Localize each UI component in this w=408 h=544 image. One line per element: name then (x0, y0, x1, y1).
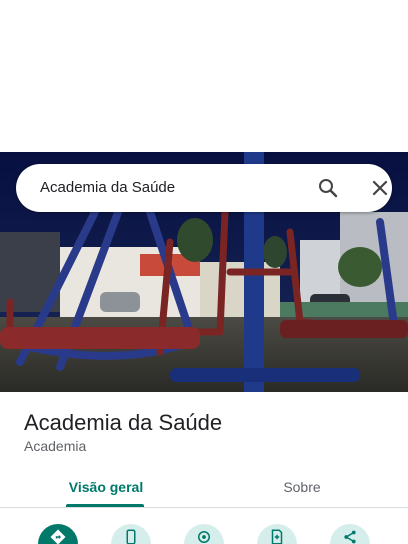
share-button[interactable] (330, 524, 370, 544)
phone-icon (126, 529, 136, 544)
tab-overview[interactable]: Visão geral (0, 466, 212, 508)
directions-button[interactable] (38, 524, 78, 544)
place-category[interactable]: Academia (24, 438, 86, 454)
tab-about[interactable]: Sobre (196, 466, 408, 508)
action-bar (0, 520, 408, 544)
share-icon (344, 530, 356, 544)
close-icon[interactable] (368, 176, 392, 200)
map-area[interactable] (0, 0, 408, 152)
directions-icon (50, 529, 66, 544)
tab-selected-indicator (66, 504, 144, 507)
tab-bar: Visão geral Sobre (0, 466, 408, 508)
search-bar[interactable]: Academia da Saúde (16, 164, 392, 212)
search-icon[interactable] (316, 176, 340, 200)
save-icon (271, 529, 283, 544)
location-icon (198, 531, 210, 543)
place-title: Academia da Saúde (24, 410, 223, 435)
save-button[interactable] (257, 524, 297, 544)
call-button[interactable] (111, 524, 151, 544)
search-input[interactable]: Academia da Saúde (40, 179, 175, 196)
location-button[interactable] (184, 524, 224, 544)
